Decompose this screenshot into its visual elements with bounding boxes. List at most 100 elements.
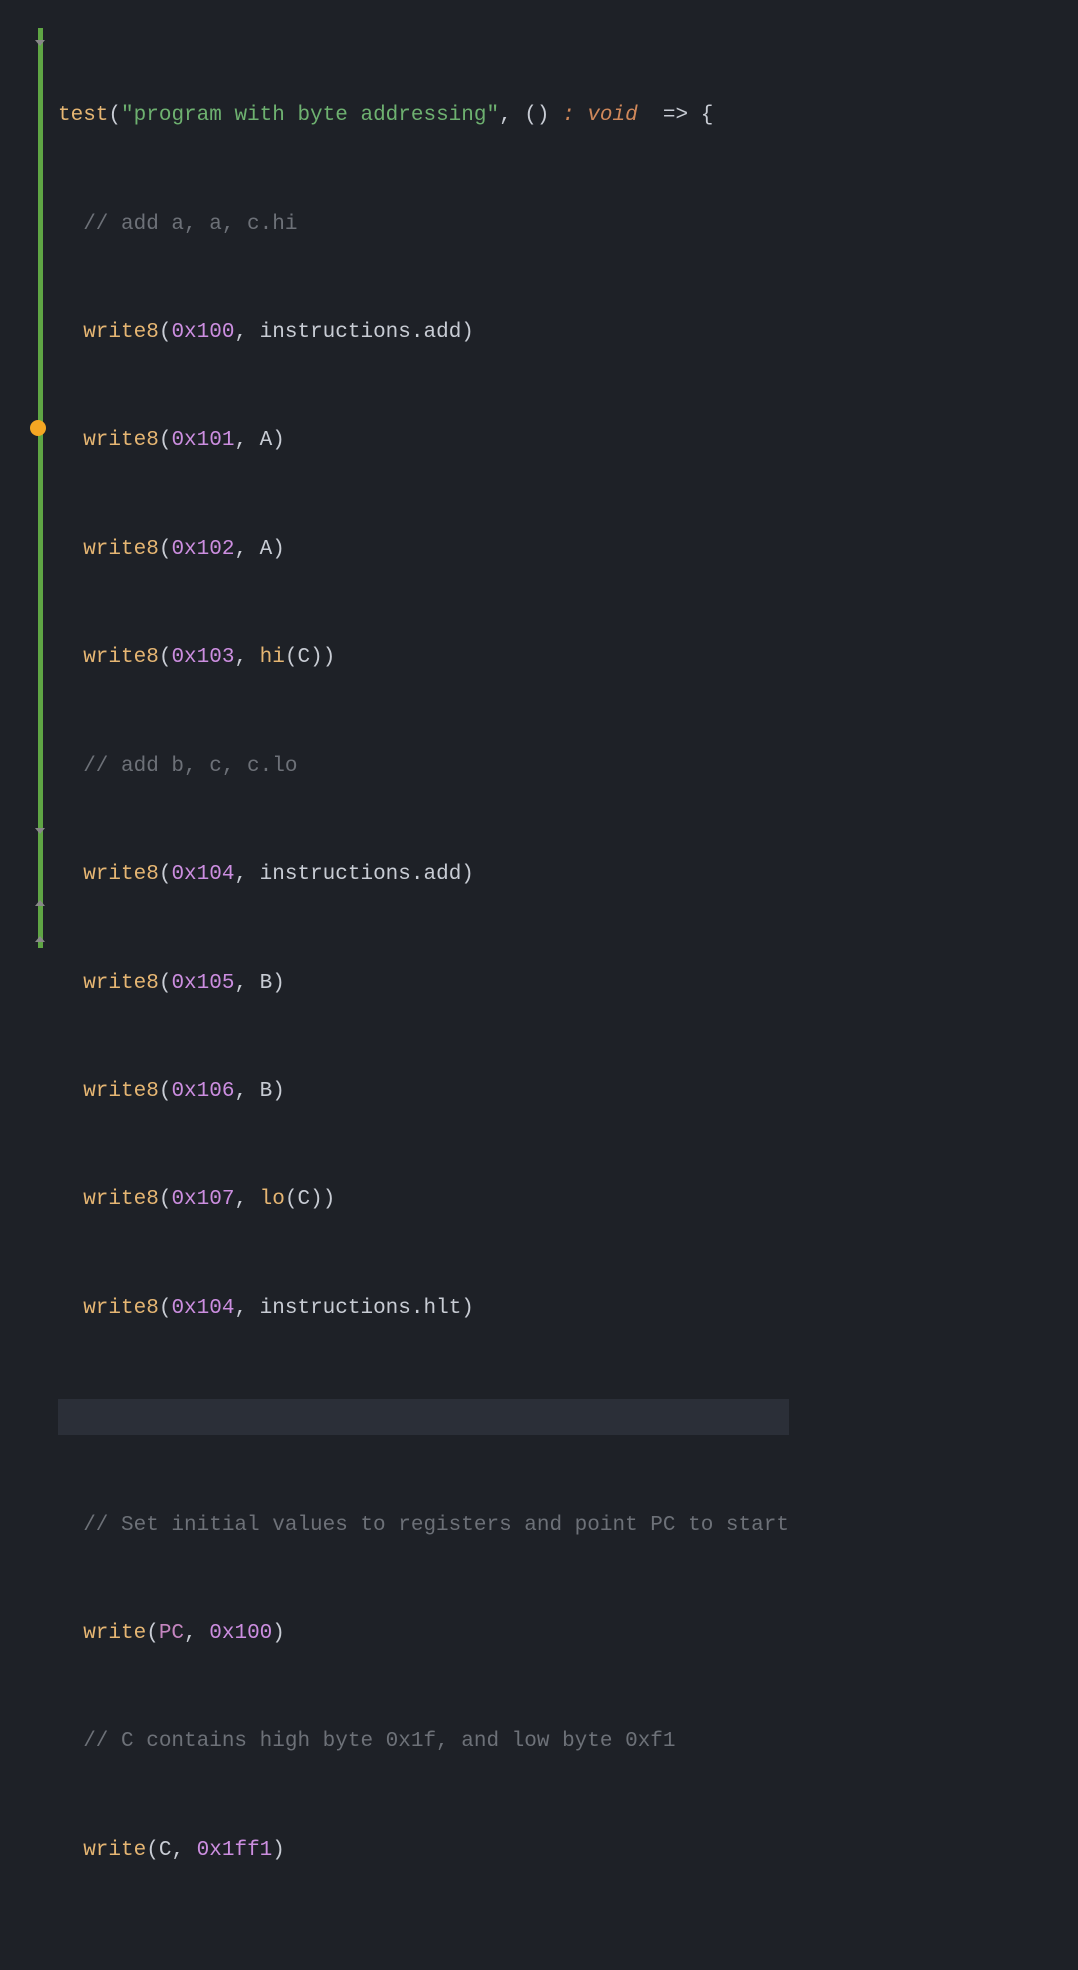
paren: (: [108, 98, 121, 134]
fn-call: test: [58, 98, 108, 134]
paren: )): [310, 1182, 335, 1218]
paren: )): [310, 640, 335, 676]
number: 0x107: [171, 1182, 234, 1218]
punc: , (): [499, 98, 562, 134]
type-annotation: : void: [562, 98, 650, 134]
code-line[interactable]: test("program with byte addressing", () …: [58, 98, 789, 134]
code-line[interactable]: write8(0x101, A): [58, 423, 789, 459]
punc: ,: [234, 640, 259, 676]
fn-call: write8: [58, 315, 159, 351]
comment: // C contains high byte 0x1f, and low by…: [58, 1724, 676, 1760]
paren: (: [159, 1074, 172, 1110]
fn-call: hi: [260, 640, 285, 676]
property: add: [423, 315, 461, 351]
paren: ): [272, 1074, 285, 1110]
paren: ): [272, 1616, 285, 1652]
number: 0x100: [171, 315, 234, 351]
number: 0x103: [171, 640, 234, 676]
fold-marker[interactable]: [33, 896, 47, 910]
fn-call: write8: [58, 532, 159, 568]
paren: ): [272, 532, 285, 568]
number: 0x105: [171, 966, 234, 1002]
number: 0x104: [171, 1291, 234, 1327]
punc: ,: [234, 966, 259, 1002]
number: 0x101: [171, 423, 234, 459]
code-line[interactable]: write8(0x104, instructions.hlt): [58, 1291, 789, 1327]
punc: ,: [184, 1616, 209, 1652]
number: 0x100: [209, 1616, 272, 1652]
paren: ): [272, 966, 285, 1002]
const: PC: [159, 1616, 184, 1652]
code-line-current[interactable]: [58, 1399, 789, 1435]
code-line[interactable]: write(PC, 0x100): [58, 1616, 789, 1652]
code-editor[interactable]: test("program with byte addressing", () …: [0, 0, 1078, 985]
code-line[interactable]: write8(0x100, instructions.add): [58, 315, 789, 351]
code-line[interactable]: // add b, c, c.lo: [58, 749, 789, 785]
paren: (: [285, 640, 298, 676]
fold-marker-close[interactable]: [33, 932, 47, 946]
const: C: [298, 640, 311, 676]
const: B: [260, 966, 273, 1002]
gutter: [0, 0, 50, 985]
const: C: [298, 1182, 311, 1218]
code-line[interactable]: write8(0x105, B): [58, 965, 789, 1001]
paren: (: [159, 423, 172, 459]
intention-bulb-icon[interactable]: [30, 420, 46, 436]
property: hlt: [423, 1291, 461, 1327]
paren: (: [159, 640, 172, 676]
punc: ,: [234, 1182, 259, 1218]
paren: (: [159, 315, 172, 351]
fn-call: write: [58, 1833, 146, 1869]
ident: , instructions.: [234, 1291, 423, 1327]
fn-call: write8: [58, 857, 159, 893]
paren: ): [461, 315, 474, 351]
code-line[interactable]: write(C, 0x1ff1): [58, 1833, 789, 1869]
fold-marker-open[interactable]: [33, 36, 47, 50]
fn-call: write8: [58, 1291, 159, 1327]
paren: (: [285, 1182, 298, 1218]
code-line[interactable]: // Set initial values to registers and p…: [58, 1508, 789, 1544]
punc: ,: [234, 1074, 259, 1110]
number: 0x1ff1: [197, 1833, 273, 1869]
paren: (: [159, 532, 172, 568]
arrow: => {: [650, 98, 713, 134]
code-line[interactable]: // C contains high byte 0x1f, and low by…: [58, 1724, 789, 1760]
number: 0x104: [171, 857, 234, 893]
paren: ): [461, 1291, 474, 1327]
paren: (: [159, 966, 172, 1002]
fn-call: write8: [58, 1074, 159, 1110]
punc: ,: [234, 532, 259, 568]
code-line[interactable]: write8(0x104, instructions.add): [58, 857, 789, 893]
const: C: [159, 1833, 172, 1869]
const: B: [260, 1074, 273, 1110]
fn-call: lo: [260, 1182, 285, 1218]
code-area[interactable]: test("program with byte addressing", () …: [50, 0, 789, 985]
number: 0x106: [171, 1074, 234, 1110]
fn-call: write: [58, 1616, 146, 1652]
property: add: [423, 857, 461, 893]
comment: // add a, a, c.hi: [58, 207, 297, 243]
ident: , instructions.: [234, 315, 423, 351]
paren: ): [272, 423, 285, 459]
fn-call: write8: [58, 966, 159, 1002]
code-line-blank[interactable]: [58, 1941, 789, 1970]
vcs-change-bar: [38, 28, 43, 948]
fn-call: write8: [58, 423, 159, 459]
comment: // Set initial values to registers and p…: [58, 1508, 789, 1544]
paren: (: [159, 1291, 172, 1327]
const: A: [260, 423, 273, 459]
paren: (: [159, 1182, 172, 1218]
fold-marker[interactable]: [33, 824, 47, 838]
paren: ): [461, 857, 474, 893]
code-line[interactable]: write8(0x106, B): [58, 1074, 789, 1110]
comment: // add b, c, c.lo: [58, 749, 297, 785]
code-line[interactable]: write8(0x103, hi(C)): [58, 640, 789, 676]
paren: (: [146, 1833, 159, 1869]
code-line[interactable]: write8(0x102, A): [58, 532, 789, 568]
paren: (: [146, 1616, 159, 1652]
number: 0x102: [171, 532, 234, 568]
code-line[interactable]: write8(0x107, lo(C)): [58, 1182, 789, 1218]
punc: ,: [234, 423, 259, 459]
code-line[interactable]: // add a, a, c.hi: [58, 207, 789, 243]
punc: ,: [171, 1833, 196, 1869]
